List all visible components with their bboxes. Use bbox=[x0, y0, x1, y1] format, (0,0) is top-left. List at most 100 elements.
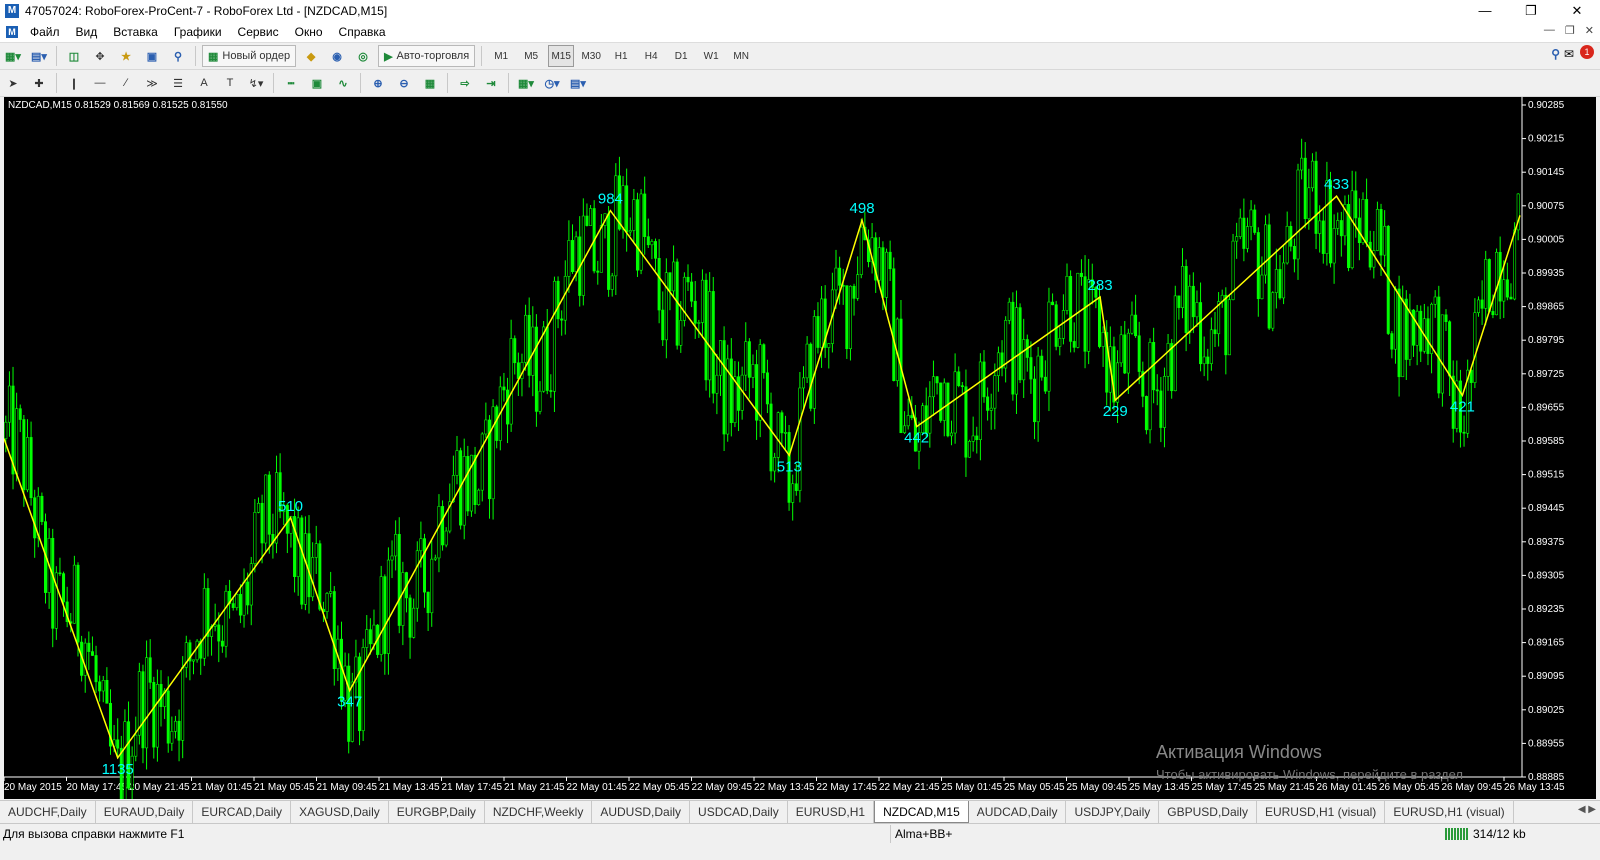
candle-body bbox=[718, 340, 722, 376]
chart-tab[interactable]: NZDCAD,M15 bbox=[874, 801, 969, 823]
fibonacci-icon[interactable]: ☰ bbox=[167, 72, 189, 94]
maximize-button[interactable]: ❐ bbox=[1508, 0, 1554, 22]
menu-tools[interactable]: Сервис bbox=[230, 25, 287, 39]
timeframe-m30[interactable]: M30 bbox=[578, 45, 604, 67]
line-chart-icon[interactable]: ∿ bbox=[332, 72, 354, 94]
chart-tab[interactable]: AUDCHF,Daily bbox=[0, 801, 96, 823]
candle-body bbox=[1058, 338, 1062, 347]
candle-body bbox=[733, 376, 737, 423]
vps-icon[interactable]: ◎ bbox=[352, 45, 374, 67]
equidistant-channel-icon[interactable]: ≫ bbox=[141, 72, 163, 94]
candle-body bbox=[672, 261, 676, 292]
trendline-icon[interactable]: ∕ bbox=[115, 72, 137, 94]
templates-icon[interactable]: ▤▾ bbox=[567, 72, 589, 94]
chart-tab[interactable]: NZDCHF,Weekly bbox=[485, 801, 593, 823]
zoom-out-icon[interactable]: ⊖ bbox=[393, 72, 415, 94]
arrows-icon[interactable]: ↯▾ bbox=[245, 72, 267, 94]
market-watch-icon[interactable]: ◫ bbox=[63, 45, 85, 67]
timeframe-m5[interactable]: M5 bbox=[518, 45, 544, 67]
chart-tab[interactable]: USDCAD,Daily bbox=[690, 801, 788, 823]
chart-area[interactable]: 0.90285 0.90215 0.90145 0.90075 0.90005 0.899… bbox=[4, 97, 1596, 799]
data-window-icon[interactable]: ✥ bbox=[89, 45, 111, 67]
terminal-icon[interactable]: ▣ bbox=[141, 45, 163, 67]
new-chart-icon[interactable]: ▦▾ bbox=[2, 45, 24, 67]
autoscroll-icon[interactable]: ⇨ bbox=[454, 72, 476, 94]
chart-tab[interactable]: EURAUD,Daily bbox=[96, 801, 194, 823]
chart-tab[interactable]: GBPUSD,Daily bbox=[1159, 801, 1257, 823]
new-order-button[interactable]: ▦ Новый ордер bbox=[202, 45, 297, 67]
notification-badge[interactable]: 1 bbox=[1580, 45, 1594, 59]
timeframe-d1[interactable]: D1 bbox=[668, 45, 694, 67]
menu-charts[interactable]: Графики bbox=[166, 25, 230, 39]
metaeditor-icon[interactable]: ◆ bbox=[300, 45, 322, 67]
bar-chart-icon[interactable]: ┅ bbox=[280, 72, 302, 94]
candle-body bbox=[480, 433, 484, 491]
timeframe-w1[interactable]: W1 bbox=[698, 45, 724, 67]
time-tick-label: 21 May 13:45 bbox=[379, 782, 440, 793]
crosshair-icon[interactable]: ✚ bbox=[28, 72, 50, 94]
candle-body bbox=[173, 720, 177, 732]
signals-icon[interactable]: ◉ bbox=[326, 45, 348, 67]
autotrading-label: Авто-торговля bbox=[396, 50, 470, 62]
timeframe-m1[interactable]: M1 bbox=[488, 45, 514, 67]
chart-tab[interactable]: XAGUSD,Daily bbox=[291, 801, 389, 823]
candle-body bbox=[1300, 157, 1304, 171]
chart-tab[interactable]: EURGBP,Daily bbox=[389, 801, 485, 823]
horizontal-line-icon[interactable]: — bbox=[89, 72, 111, 94]
chart-tab[interactable]: EURUSD,H1 bbox=[788, 801, 875, 823]
mailbox-icon[interactable]: ✉ bbox=[1564, 47, 1574, 61]
menu-window[interactable]: Окно bbox=[287, 25, 331, 39]
profiles-icon[interactable]: ▤▾ bbox=[28, 45, 50, 67]
tab-scroll-arrows-icon[interactable]: ◀ ▶ bbox=[1578, 804, 1596, 815]
candle-body bbox=[296, 517, 300, 577]
text-icon[interactable]: A bbox=[193, 72, 215, 94]
candlesticks-icon[interactable]: ▣ bbox=[306, 72, 328, 94]
mdi-close-icon[interactable]: ✕ bbox=[1585, 24, 1594, 37]
menu-view[interactable]: Вид bbox=[68, 25, 106, 39]
candle-body bbox=[105, 680, 109, 704]
timeframe-h1[interactable]: H1 bbox=[608, 45, 634, 67]
strategy-tester-icon[interactable]: ⚲ bbox=[167, 45, 189, 67]
candle-body bbox=[1303, 157, 1307, 220]
candle-body bbox=[1307, 187, 1311, 220]
text-label-icon[interactable]: T bbox=[219, 72, 241, 94]
standard-toolbar: ▦▾ ▤▾ ◫ ✥ ★ ▣ ⚲ ▦ Новый ордер ◆ ◉ ◎ ▶ Ав… bbox=[0, 43, 1600, 70]
candle-body bbox=[1253, 209, 1257, 233]
tile-windows-icon[interactable]: ▦ bbox=[419, 72, 441, 94]
autotrading-button[interactable]: ▶ Авто-торговля bbox=[378, 45, 476, 67]
periods-icon[interactable]: ◷▾ bbox=[541, 72, 563, 94]
minimize-button[interactable]: — bbox=[1462, 0, 1508, 22]
menu-insert[interactable]: Вставка bbox=[105, 25, 166, 39]
candle-body bbox=[181, 666, 185, 741]
price-tick-label: 0.89025 bbox=[1528, 705, 1565, 716]
zoom-in-icon[interactable]: ⊕ bbox=[367, 72, 389, 94]
timeframe-m15[interactable]: M15 bbox=[548, 45, 575, 67]
navigator-icon[interactable]: ★ bbox=[115, 45, 137, 67]
menu-file[interactable]: Файл bbox=[22, 25, 68, 39]
chart-tab[interactable]: AUDCAD,Daily bbox=[969, 801, 1067, 823]
vertical-line-icon[interactable]: ❙ bbox=[63, 72, 85, 94]
chart-symbol-info: NZDCAD,M15 0.81529 0.81569 0.81525 0.815… bbox=[8, 100, 228, 111]
timeframe-mn[interactable]: MN bbox=[728, 45, 754, 67]
chart-tab[interactable]: AUDUSD,Daily bbox=[592, 801, 691, 823]
mdi-minimize-icon[interactable]: — bbox=[1544, 24, 1555, 37]
close-button[interactable]: ✕ bbox=[1554, 0, 1600, 22]
candle-body bbox=[477, 489, 481, 505]
chart-window-icon[interactable]: M bbox=[6, 26, 18, 38]
chart-shift-icon[interactable]: ⇥ bbox=[480, 72, 502, 94]
chart-tab[interactable]: EURCAD,Daily bbox=[193, 801, 292, 823]
chart-tab[interactable]: USDJPY,Daily bbox=[1066, 801, 1160, 823]
price-chart[interactable]: 0.90285 0.90215 0.90145 0.90075 0.90005 0.899… bbox=[4, 97, 1596, 799]
chart-tab[interactable]: EURUSD,H1 (visual) bbox=[1257, 801, 1386, 823]
indicators-icon[interactable]: ▦▾ bbox=[515, 72, 537, 94]
search-icon[interactable]: ⚲ bbox=[1551, 47, 1560, 61]
chart-tab[interactable]: EURUSD,H1 (visual) bbox=[1385, 801, 1514, 823]
menu-help[interactable]: Справка bbox=[331, 25, 394, 39]
mdi-restore-icon[interactable]: ❐ bbox=[1565, 24, 1575, 37]
timeframe-h4[interactable]: H4 bbox=[638, 45, 664, 67]
candle-body bbox=[1137, 335, 1141, 372]
candle-body bbox=[762, 344, 766, 374]
candle-body bbox=[368, 629, 372, 645]
candle-body bbox=[1509, 296, 1513, 300]
cursor-icon[interactable]: ➤ bbox=[2, 72, 24, 94]
